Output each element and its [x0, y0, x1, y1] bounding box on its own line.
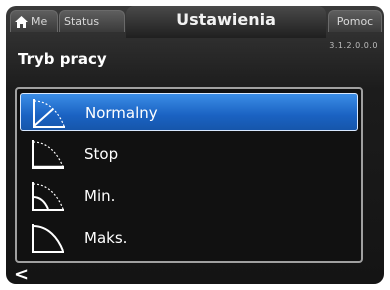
tab-status[interactable]: Status: [59, 10, 125, 32]
pump-display: Me Status Ustawienia Pomoc 3.1.2.0.0.0 T…: [6, 6, 384, 284]
stop-curve-icon: [32, 140, 64, 169]
tab-settings-label: Ustawienia: [176, 10, 276, 29]
list-item-label: Min.: [84, 187, 116, 205]
tab-help[interactable]: Pomoc: [328, 10, 382, 32]
tab-help-label: Pomoc: [336, 15, 374, 28]
list-item-max[interactable]: Maks.: [20, 219, 358, 257]
tab-home-label: Me: [31, 15, 48, 28]
list-item-stop[interactable]: Stop: [20, 135, 358, 173]
list-item-min[interactable]: Min.: [20, 177, 358, 215]
normal-curve-icon: [33, 99, 65, 128]
operating-mode-list: Normalny Stop Min. Maks.: [15, 87, 363, 263]
list-item-label: Maks.: [84, 229, 128, 247]
back-button[interactable]: <: [14, 266, 29, 284]
max-curve-icon: [32, 224, 64, 253]
min-curve-icon: [32, 182, 64, 211]
tab-status-label: Status: [64, 15, 100, 28]
list-item-label: Normalny: [85, 104, 158, 122]
tab-bar: Me Status Ustawienia Pomoc: [6, 6, 384, 38]
list-item-normal[interactable]: Normalny: [20, 93, 358, 131]
tab-settings[interactable]: Ustawienia: [126, 6, 326, 38]
page-title: Tryb pracy: [18, 50, 107, 68]
list-item-label: Stop: [84, 145, 119, 163]
menu-code: 3.1.2.0.0.0: [329, 41, 378, 50]
home-icon: [15, 16, 28, 28]
tab-home[interactable]: Me: [10, 10, 58, 32]
